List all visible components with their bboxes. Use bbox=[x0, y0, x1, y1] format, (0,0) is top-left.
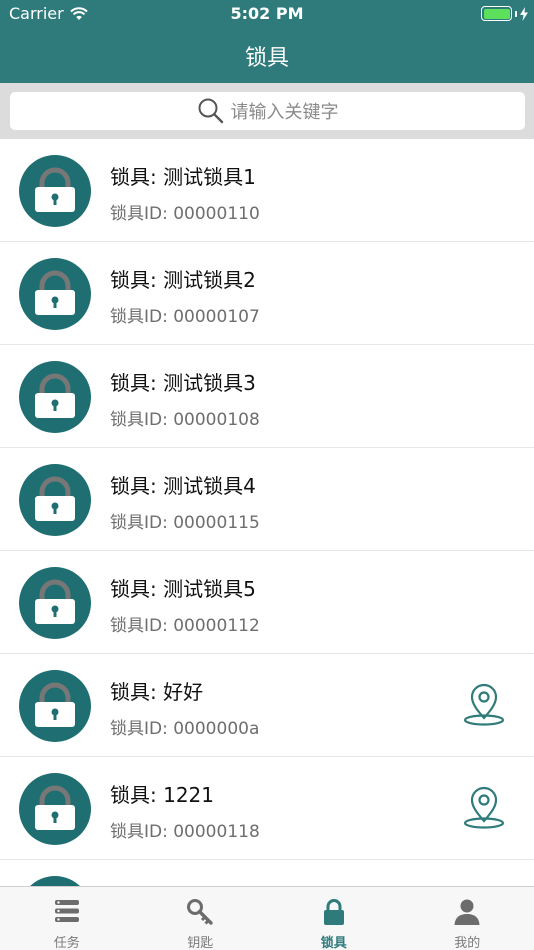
lock-avatar bbox=[19, 773, 91, 845]
lock-list-item[interactable]: 锁具: 测试锁具1 锁具ID: 00000110 bbox=[0, 139, 534, 242]
tab-tasks[interactable]: 任务 bbox=[0, 887, 134, 950]
tab-label: 锁具 bbox=[320, 936, 347, 950]
lock-name: 锁具: 测试锁具3 bbox=[110, 371, 256, 395]
search-bar: 请输入关键字 bbox=[0, 83, 534, 139]
lock-id: 锁具ID: 00000108 bbox=[110, 410, 260, 430]
lock-id: 锁具ID: 00000107 bbox=[110, 307, 260, 327]
lock-id: 锁具ID: 00000118 bbox=[110, 822, 260, 842]
padlock-icon bbox=[35, 476, 75, 521]
tab-label: 任务 bbox=[53, 936, 80, 950]
padlock-icon bbox=[35, 373, 75, 418]
lock-id: 锁具ID: 00000112 bbox=[110, 616, 260, 636]
location-pin-icon[interactable] bbox=[460, 785, 508, 831]
lock-name: 锁具: 测试锁具1 bbox=[110, 165, 256, 189]
tab-keys[interactable]: 钥匙 bbox=[134, 887, 268, 950]
lock-id: 锁具ID: 00000110 bbox=[110, 204, 260, 224]
lock-avatar bbox=[19, 876, 91, 886]
padlock-icon bbox=[19, 876, 91, 886]
padlock-icon bbox=[35, 579, 75, 624]
lock-list-item[interactable]: 锁具: 好好 锁具ID: 0000000a bbox=[0, 654, 534, 757]
status-time: 5:02 PM bbox=[230, 4, 304, 23]
lock-name: 锁具: 测试锁具5 bbox=[110, 577, 256, 601]
key-icon bbox=[187, 899, 213, 925]
search-placeholder: 请输入关键字 bbox=[230, 102, 339, 123]
lock-id: 锁具ID: 0000000a bbox=[110, 719, 260, 739]
location-pin-icon[interactable] bbox=[460, 682, 508, 728]
lock-list[interactable]: 锁具: 测试锁具1 锁具ID: 00000110 锁具: 测试锁具2 锁具ID:… bbox=[0, 139, 534, 886]
status-bar: Carrier 5:02 PM bbox=[0, 0, 534, 28]
lock-list-item[interactable]: 锁具: 1221 锁具ID: 00000118 bbox=[0, 757, 534, 860]
page-title: 锁具 bbox=[244, 46, 289, 71]
lock-id: 锁具ID: 00000115 bbox=[110, 513, 260, 533]
tab-profile[interactable]: 我的 bbox=[401, 887, 534, 950]
padlock-icon bbox=[35, 682, 75, 727]
lock-list-item[interactable]: 锁具: 测试锁具2 锁具ID: 00000107 bbox=[0, 242, 534, 345]
lock-avatar bbox=[19, 361, 91, 433]
lock-list-item[interactable] bbox=[0, 860, 534, 886]
search-input[interactable]: 请输入关键字 bbox=[10, 92, 525, 130]
tab-locks[interactable]: 锁具 bbox=[267, 887, 401, 950]
battery-indicator bbox=[481, 6, 528, 21]
tab-bar: 任务 钥匙 锁具 我的 bbox=[0, 886, 534, 950]
padlock-icon bbox=[323, 899, 344, 925]
lock-avatar bbox=[19, 464, 91, 536]
charging-bolt-icon bbox=[520, 6, 528, 21]
padlock-icon bbox=[35, 270, 75, 315]
lock-avatar bbox=[19, 567, 91, 639]
padlock-icon bbox=[35, 167, 75, 212]
app-header: Carrier 5:02 PM 锁具 bbox=[0, 0, 534, 83]
tab-label: 我的 bbox=[454, 936, 481, 950]
lock-avatar bbox=[19, 258, 91, 330]
user-icon bbox=[454, 899, 480, 925]
lock-name: 锁具: 测试锁具4 bbox=[110, 474, 256, 498]
task-list-icon bbox=[54, 900, 79, 922]
lock-avatar bbox=[19, 155, 91, 227]
lock-list-item[interactable]: 锁具: 测试锁具4 锁具ID: 00000115 bbox=[0, 448, 534, 551]
lock-name: 锁具: 好好 bbox=[110, 680, 204, 704]
lock-list-item[interactable]: 锁具: 测试锁具3 锁具ID: 00000108 bbox=[0, 345, 534, 448]
lock-name: 锁具: 1221 bbox=[110, 783, 214, 807]
search-icon bbox=[198, 98, 223, 124]
padlock-icon bbox=[35, 785, 75, 830]
tab-label: 钥匙 bbox=[187, 936, 214, 950]
battery-icon bbox=[481, 6, 512, 21]
lock-avatar bbox=[19, 670, 91, 742]
lock-list-item[interactable]: 锁具: 测试锁具5 锁具ID: 00000112 bbox=[0, 551, 534, 654]
lock-name: 锁具: 测试锁具2 bbox=[110, 268, 256, 292]
